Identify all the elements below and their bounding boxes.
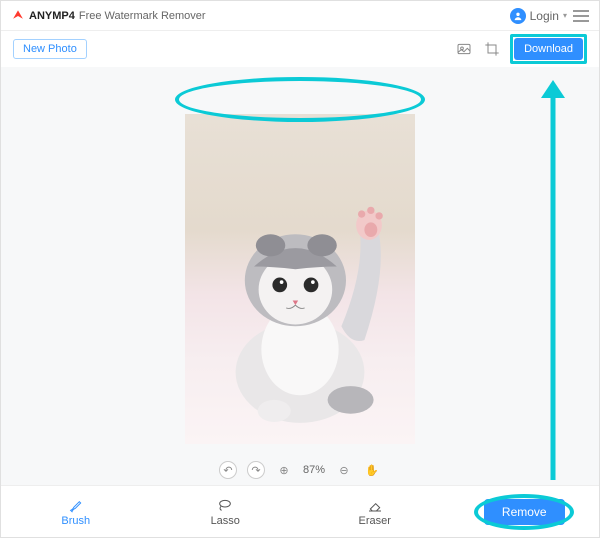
tab-lasso-label: Lasso <box>211 515 240 527</box>
redo-button[interactable]: ↷ <box>247 461 265 479</box>
tab-eraser[interactable]: Eraser <box>300 497 450 527</box>
brand-logo-icon <box>11 9 25 23</box>
download-button[interactable]: Download <box>514 38 583 60</box>
app-title: Free Watermark Remover <box>79 10 206 22</box>
chevron-down-icon: ▾ <box>563 11 567 20</box>
zoom-controls: ↶ ↷ ⊕ 87% ⊖ ✋ <box>219 461 381 479</box>
canvas-area: ↶ ↷ ⊕ 87% ⊖ ✋ <box>1 67 599 485</box>
tab-brush[interactable]: Brush <box>1 497 151 527</box>
zoom-in-button[interactable]: ⊕ <box>275 461 293 479</box>
compare-icon[interactable] <box>454 39 474 59</box>
app-window: ANYMP4 Free Watermark Remover Login ▾ Ne… <box>0 0 600 538</box>
login-button[interactable]: Login ▾ <box>510 8 567 24</box>
menu-icon[interactable] <box>573 10 589 22</box>
zoom-percent: 87% <box>303 464 325 476</box>
toolbar: New Photo Download <box>1 31 599 67</box>
undo-button[interactable]: ↶ <box>219 461 237 479</box>
tab-lasso[interactable]: Lasso <box>151 497 301 527</box>
tab-brush-label: Brush <box>61 515 90 527</box>
zoom-out-button[interactable]: ⊖ <box>335 461 353 479</box>
annotation-download-highlight: Download <box>510 34 587 64</box>
remove-button[interactable]: Remove <box>484 499 565 525</box>
brand-name: ANYMP4 <box>29 10 75 22</box>
kitten-image <box>208 170 392 427</box>
header: ANYMP4 Free Watermark Remover Login ▾ <box>1 1 599 31</box>
new-photo-button[interactable]: New Photo <box>13 39 87 59</box>
pan-button[interactable]: ✋ <box>363 461 381 479</box>
annotation-watermark-ellipse <box>175 77 425 122</box>
login-label: Login <box>530 9 559 23</box>
tab-eraser-label: Eraser <box>359 515 391 527</box>
user-icon <box>510 8 526 24</box>
crop-icon[interactable] <box>482 39 502 59</box>
photo-preview[interactable] <box>185 114 415 444</box>
bottom-tool-tabs: Brush Lasso Eraser Remove <box>1 485 599 537</box>
